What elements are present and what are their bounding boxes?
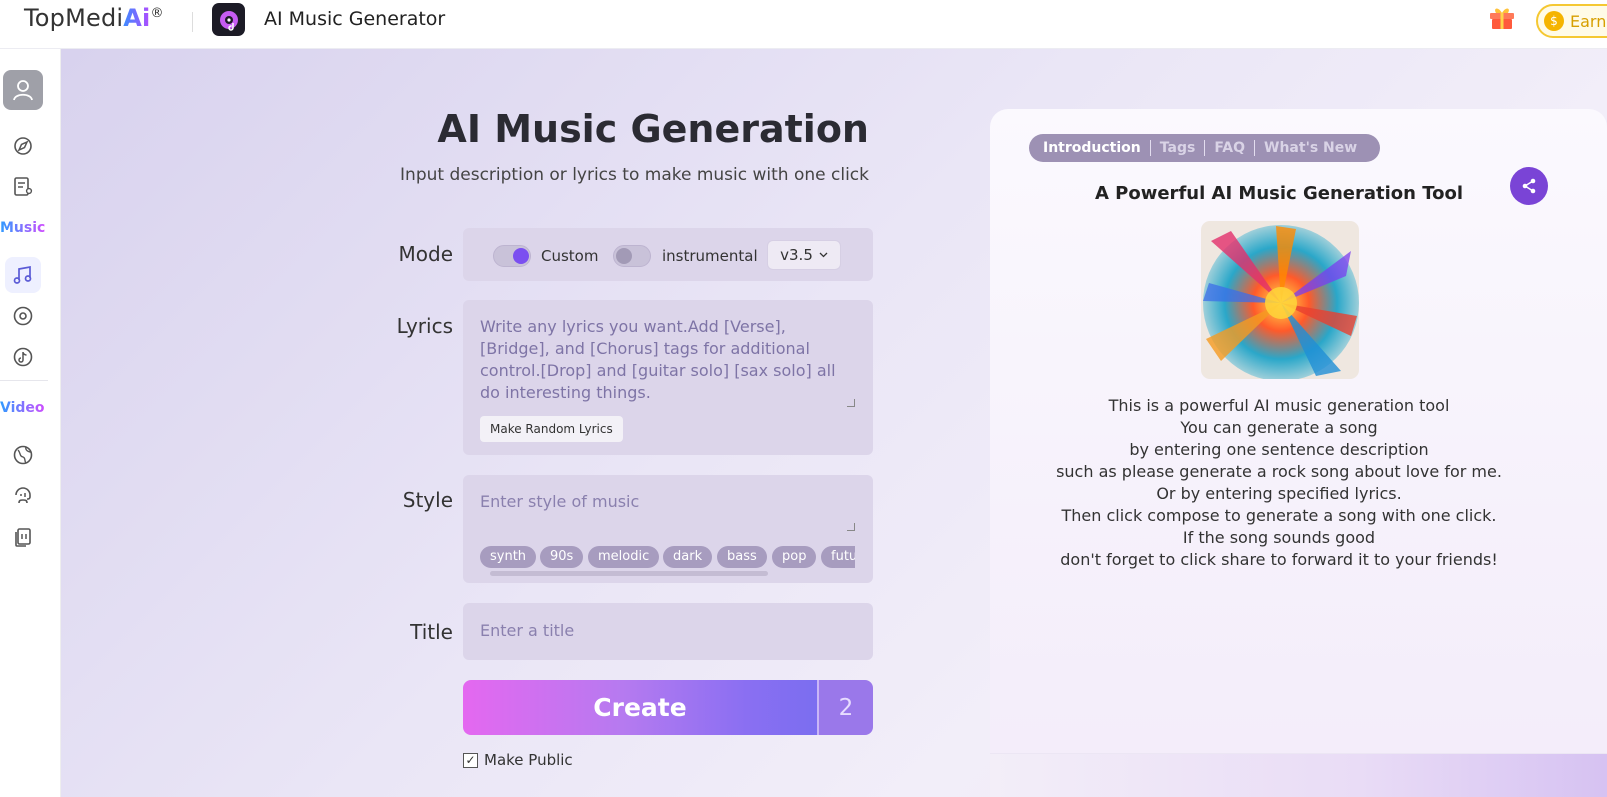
info-line: This is a powerful AI music generation t… bbox=[1108, 396, 1450, 415]
info-line: by entering one sentence description bbox=[1129, 440, 1429, 459]
lyrics-textarea[interactable]: Write any lyrics you want.Add [Verse], [… bbox=[463, 300, 873, 455]
tag-scrollbar[interactable] bbox=[490, 571, 768, 576]
style-tag[interactable]: 90s bbox=[540, 546, 584, 568]
info-panel: Introduction Tags FAQ What's New A Power… bbox=[990, 109, 1607, 797]
sidebar-label-music: Music bbox=[0, 220, 46, 236]
lyrics-placeholder: Write any lyrics you want.Add [Verse], [… bbox=[480, 317, 836, 402]
brand-logo[interactable]: TopMediAi® bbox=[24, 4, 164, 32]
music-disc-icon bbox=[219, 10, 238, 31]
compass-icon[interactable] bbox=[12, 135, 34, 157]
info-line: such as please generate a rock song abou… bbox=[1056, 462, 1502, 481]
version-select[interactable]: v3.5 bbox=[767, 240, 841, 270]
earn-label: Earn bbox=[1570, 11, 1607, 31]
instrumental-toggle-label: instrumental bbox=[662, 247, 758, 265]
make-random-lyrics-button[interactable]: Make Random Lyrics bbox=[480, 416, 623, 442]
custom-toggle[interactable] bbox=[493, 245, 531, 267]
main-area: AI Music Generation Input description or… bbox=[61, 49, 1607, 797]
info-line: Then click compose to generate a song wi… bbox=[1061, 506, 1497, 525]
music-artwork-image bbox=[1201, 221, 1359, 379]
toggle-knob bbox=[616, 248, 632, 264]
style-input[interactable]: Enter style of music synth 90s melodic d… bbox=[463, 475, 873, 583]
info-tabs: Introduction Tags FAQ What's New bbox=[1029, 134, 1381, 162]
version-value: v3.5 bbox=[780, 246, 813, 264]
voice-icon[interactable] bbox=[12, 485, 34, 507]
app-title: AI Music Generator bbox=[264, 8, 446, 30]
mode-label: Mode bbox=[398, 242, 454, 266]
avatar[interactable] bbox=[3, 70, 43, 110]
style-tag[interactable]: dark bbox=[663, 546, 713, 568]
info-title: A Powerful AI Music Generation Tool bbox=[1094, 183, 1464, 204]
lyrics-label: Lyrics bbox=[396, 314, 453, 338]
style-tag[interactable]: bass bbox=[717, 546, 767, 568]
style-tag[interactable]: synth bbox=[480, 546, 537, 568]
tab-faq[interactable]: FAQ bbox=[1204, 140, 1254, 156]
tab-whats-new[interactable]: What's New bbox=[1254, 140, 1366, 156]
style-label: Style bbox=[402, 488, 453, 512]
info-line: Or by entering specified lyrics. bbox=[1156, 484, 1402, 503]
library-icon[interactable] bbox=[12, 526, 34, 548]
info-bottom-bar bbox=[990, 753, 1607, 797]
app-icon bbox=[212, 3, 245, 36]
title-placeholder: Enter a title bbox=[480, 621, 575, 640]
document-user-icon[interactable] bbox=[12, 176, 34, 198]
style-placeholder: Enter style of music bbox=[480, 492, 640, 511]
create-button[interactable]: Create bbox=[463, 680, 817, 735]
info-description: This is a powerful AI music generation t… bbox=[990, 395, 1568, 571]
top-bar: TopMediAi® AI Music Generator $ Earn bbox=[0, 0, 1607, 49]
tab-introduction[interactable]: Introduction bbox=[1043, 140, 1150, 156]
disc-icon[interactable] bbox=[12, 305, 34, 327]
sidebar: Music Video bbox=[0, 49, 61, 797]
info-line: You can generate a song bbox=[1180, 418, 1378, 437]
info-line: don't forget to click share to forward i… bbox=[1060, 550, 1498, 569]
style-tag[interactable]: futu bbox=[821, 546, 855, 568]
tiktok-icon[interactable] bbox=[12, 346, 34, 368]
instrumental-toggle[interactable] bbox=[613, 245, 651, 267]
earn-button[interactable]: $ Earn bbox=[1536, 4, 1607, 38]
mode-panel: Custom instrumental v3.5 bbox=[463, 228, 873, 281]
title-label: Title bbox=[410, 620, 453, 644]
custom-toggle-label: Custom bbox=[541, 247, 599, 265]
info-line: If the song sounds good bbox=[1182, 528, 1376, 547]
coin-icon: $ bbox=[1544, 11, 1564, 31]
page-subtitle: Input description or lyrics to make musi… bbox=[400, 165, 869, 185]
chevron-down-icon bbox=[819, 252, 828, 258]
resize-handle-icon[interactable] bbox=[847, 399, 855, 407]
topbar-divider bbox=[192, 12, 193, 32]
toggle-knob bbox=[513, 248, 529, 264]
music-note-icon bbox=[13, 265, 32, 284]
make-public-checkbox[interactable]: ✓ bbox=[463, 752, 478, 768]
resize-handle-icon[interactable] bbox=[847, 523, 855, 531]
style-tag-list: synth 90s melodic dark bass pop futu bbox=[480, 546, 855, 570]
make-public-label: Make Public bbox=[484, 751, 573, 769]
tab-tags[interactable]: Tags bbox=[1149, 140, 1205, 156]
globe-icon[interactable] bbox=[12, 444, 34, 466]
page-title: AI Music Generation bbox=[437, 107, 869, 151]
style-tag[interactable]: melodic bbox=[588, 546, 660, 568]
style-tag[interactable]: pop bbox=[772, 546, 817, 568]
make-public-row[interactable]: ✓ Make Public bbox=[463, 751, 573, 769]
title-input[interactable]: Enter a title bbox=[463, 603, 873, 660]
user-icon bbox=[13, 80, 33, 101]
credit-count: 2 bbox=[817, 680, 873, 735]
sidebar-divider bbox=[0, 380, 48, 381]
gift-icon[interactable] bbox=[1488, 4, 1516, 30]
sidebar-label-video: Video bbox=[0, 400, 45, 416]
